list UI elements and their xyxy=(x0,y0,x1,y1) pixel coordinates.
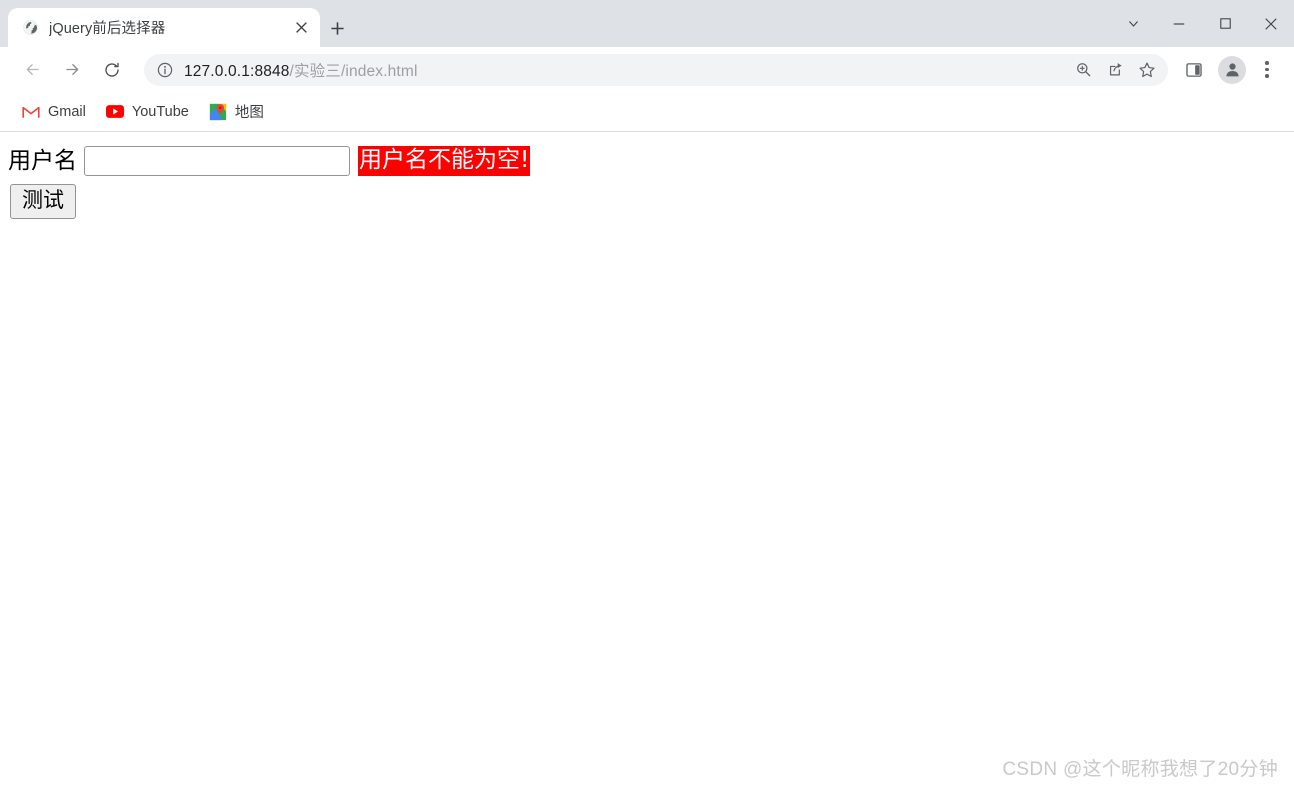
close-icon xyxy=(1265,17,1277,30)
bookmark-label: 地图 xyxy=(234,105,264,121)
zoom-icon[interactable] xyxy=(1068,55,1098,85)
close-tab-icon[interactable] xyxy=(288,15,314,41)
close-window-button[interactable] xyxy=(1248,8,1294,40)
url-path: /实验三/index.html xyxy=(289,62,418,80)
side-panel-button[interactable] xyxy=(1178,54,1210,86)
menu-dot xyxy=(1265,67,1269,72)
bookmark-label: Gmail xyxy=(48,103,86,120)
profile-avatar[interactable] xyxy=(1218,55,1246,84)
bookmark-label: YouTube xyxy=(131,103,189,120)
maximize-icon xyxy=(1219,18,1231,29)
info-circle-icon[interactable] xyxy=(154,59,176,81)
username-input[interactable] xyxy=(84,146,350,176)
bookmark-maps[interactable]: 地图 xyxy=(201,98,272,126)
minimize-button[interactable] xyxy=(1156,8,1202,40)
new-tab-button[interactable] xyxy=(323,14,351,42)
tab-strip: jQuery前后选择器 xyxy=(0,0,1294,47)
profile-avatar-icon xyxy=(1225,63,1239,77)
reload-button[interactable] xyxy=(96,54,128,86)
bookmark-gmail[interactable]: Gmail xyxy=(14,98,94,126)
google-maps-icon xyxy=(209,103,227,121)
back-arrow-icon xyxy=(26,64,39,75)
menu-dot xyxy=(1265,61,1269,65)
url-host: 127.0.0.1:8848 xyxy=(184,62,290,80)
three-dot-menu-button[interactable] xyxy=(1252,54,1282,86)
bookmark-star-icon[interactable] xyxy=(1132,55,1162,85)
maximize-button[interactable] xyxy=(1202,8,1248,40)
share-icon[interactable] xyxy=(1100,55,1130,85)
address-bar[interactable]: 127.0.0.1:8848/实验三/index.html xyxy=(144,53,1168,86)
back-button[interactable] xyxy=(16,54,48,86)
bookmarks-bar: Gmail YouTube 地图 xyxy=(0,92,1294,132)
username-label: 用户名 xyxy=(8,147,77,174)
window-controls xyxy=(1110,0,1294,47)
minimize-icon xyxy=(1173,22,1185,25)
tab-title: jQuery前后选择器 xyxy=(49,21,166,37)
browser-toolbar: 127.0.0.1:8848/实验三/index.html xyxy=(0,47,1294,92)
youtube-icon xyxy=(105,103,124,121)
browser-window: jQuery前后选择器 127.0.0.1:8848/实验三/index.htm… xyxy=(0,0,1294,793)
reload-icon xyxy=(105,62,119,77)
username-form-row: 用户名 用户名不能为空! xyxy=(8,146,531,176)
page-content: 用户名 用户名不能为空! 测试 CSDN @这个昵称我想了20分钟 xyxy=(0,133,1294,793)
forward-button[interactable] xyxy=(56,54,88,86)
omnibox-actions xyxy=(1068,55,1164,85)
forward-arrow-icon xyxy=(65,64,78,75)
chevron-down-icon xyxy=(1128,21,1138,27)
plus-icon xyxy=(330,21,344,35)
url-text[interactable]: 127.0.0.1:8848/实验三/index.html xyxy=(184,59,1068,81)
globe-icon xyxy=(22,19,39,36)
csdn-watermark: CSDN @这个昵称我想了20分钟 xyxy=(1002,759,1278,780)
test-button[interactable]: 测试 xyxy=(10,184,76,220)
gmail-icon xyxy=(22,103,40,121)
username-error-message: 用户名不能为空! xyxy=(358,146,531,176)
bookmark-youtube[interactable]: YouTube xyxy=(98,98,197,126)
side-panel-icon xyxy=(1186,62,1202,77)
browser-tab-active[interactable]: jQuery前后选择器 xyxy=(8,8,320,47)
menu-dot xyxy=(1265,74,1269,78)
tab-search-button[interactable] xyxy=(1110,8,1156,40)
